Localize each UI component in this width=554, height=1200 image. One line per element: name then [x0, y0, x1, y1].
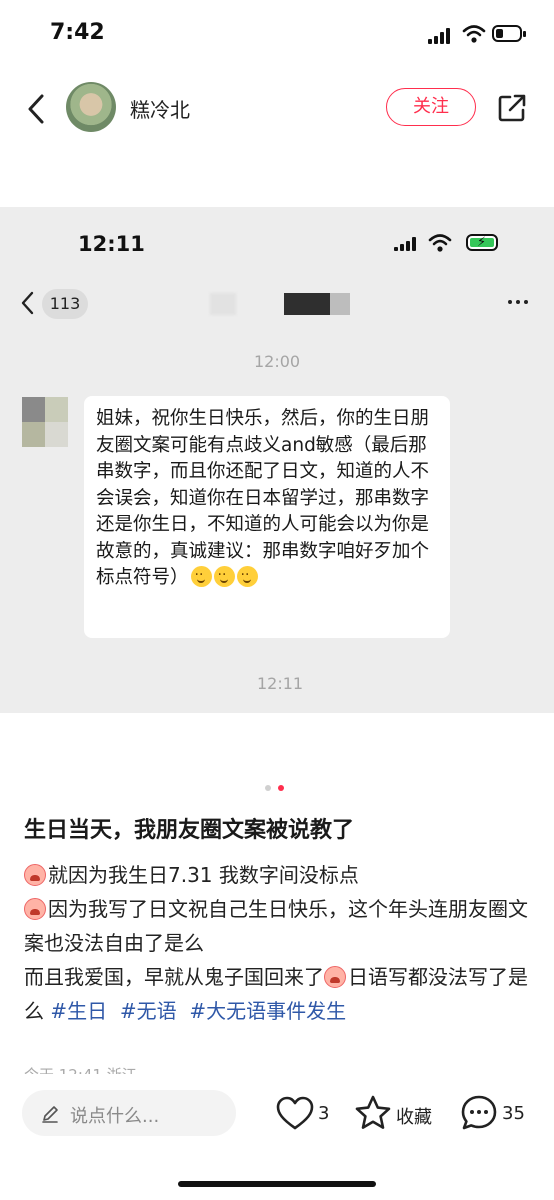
image-battery-icon: ⚡ [466, 234, 498, 251]
sender-avatar [22, 397, 68, 447]
chat-timestamp: 12:00 [254, 352, 301, 371]
carousel-dot[interactable] [265, 785, 271, 791]
battery-icon [492, 25, 526, 42]
post-image[interactable]: 12:11 ⚡ 113 12:00 姐妹，祝你生日快乐，然后，你的生日朋友圈文案… [0, 207, 554, 713]
redacted-name-block [210, 293, 236, 315]
carousel-dot-active[interactable] [278, 785, 284, 791]
unread-count-badge: 113 [42, 289, 88, 319]
redacted-name-block [330, 293, 350, 315]
share-icon[interactable] [496, 92, 528, 124]
smile-emoji-icon [190, 562, 212, 589]
chat-message-bubble: 姐妹，祝你生日快乐，然后，你的生日朋友圈文案可能有点歧义and敏感（最后那串数字… [84, 396, 450, 638]
comment-icon[interactable] [460, 1094, 498, 1132]
post-line: 因为我写了日文祝自己生日快乐，这个年头连朋友圈文案也没法自由了是么 [24, 897, 528, 955]
more-icon [506, 295, 530, 309]
pen-icon [42, 1106, 58, 1123]
post-body: 就因为我生日7.31 我数字间没标点 因为我写了日文祝自己生日快乐，这个年头连朋… [24, 858, 536, 1028]
comment-placeholder[interactable]: 说点什么... [70, 1102, 159, 1128]
favorite-label[interactable]: 收藏 [396, 1103, 432, 1129]
crying-emoji-icon [24, 864, 46, 886]
home-indicator[interactable] [178, 1181, 376, 1187]
wifi-icon [462, 25, 486, 43]
chat-message-text: 姐妹，祝你生日快乐，然后，你的生日朋友圈文案可能有点歧义and敏感（最后那串数字… [96, 408, 430, 588]
crying-emoji-icon [24, 898, 46, 920]
hashtag-birthday[interactable]: #生日 [50, 999, 107, 1023]
redacted-name-block [284, 293, 330, 315]
follow-button[interactable]: 关注 [386, 88, 476, 126]
crying-emoji-icon [324, 966, 346, 988]
like-icon[interactable] [276, 1096, 314, 1132]
image-status-time: 12:11 [78, 232, 145, 256]
comment-count[interactable]: 35 [502, 1103, 525, 1124]
status-time: 7:42 [50, 20, 105, 45]
image-wifi-icon [428, 234, 452, 252]
author-name[interactable]: 糕冷北 [130, 94, 190, 123]
hashtag-speechless[interactable]: #无语 [120, 999, 177, 1023]
post-title: 生日当天，我朋友圈文案被说教了 [24, 818, 355, 843]
like-count[interactable]: 3 [318, 1103, 329, 1124]
hashtag-speechless-event[interactable]: #大无语事件发生 [189, 999, 346, 1023]
post-line: 而且我爱国，早就从鬼子国回来了 [24, 965, 324, 989]
post-line: 就因为我生日7.31 我数字间没标点 [48, 863, 359, 887]
image-back-icon [21, 291, 34, 315]
image-signal-icon [394, 237, 416, 251]
smile-emoji-icon [213, 562, 235, 589]
author-avatar[interactable] [66, 82, 116, 132]
chat-timestamp: 12:11 [257, 674, 304, 693]
smile-emoji-icon [236, 562, 258, 589]
signal-icon [428, 28, 452, 44]
favorite-icon[interactable] [354, 1094, 392, 1132]
back-icon[interactable] [22, 92, 52, 126]
